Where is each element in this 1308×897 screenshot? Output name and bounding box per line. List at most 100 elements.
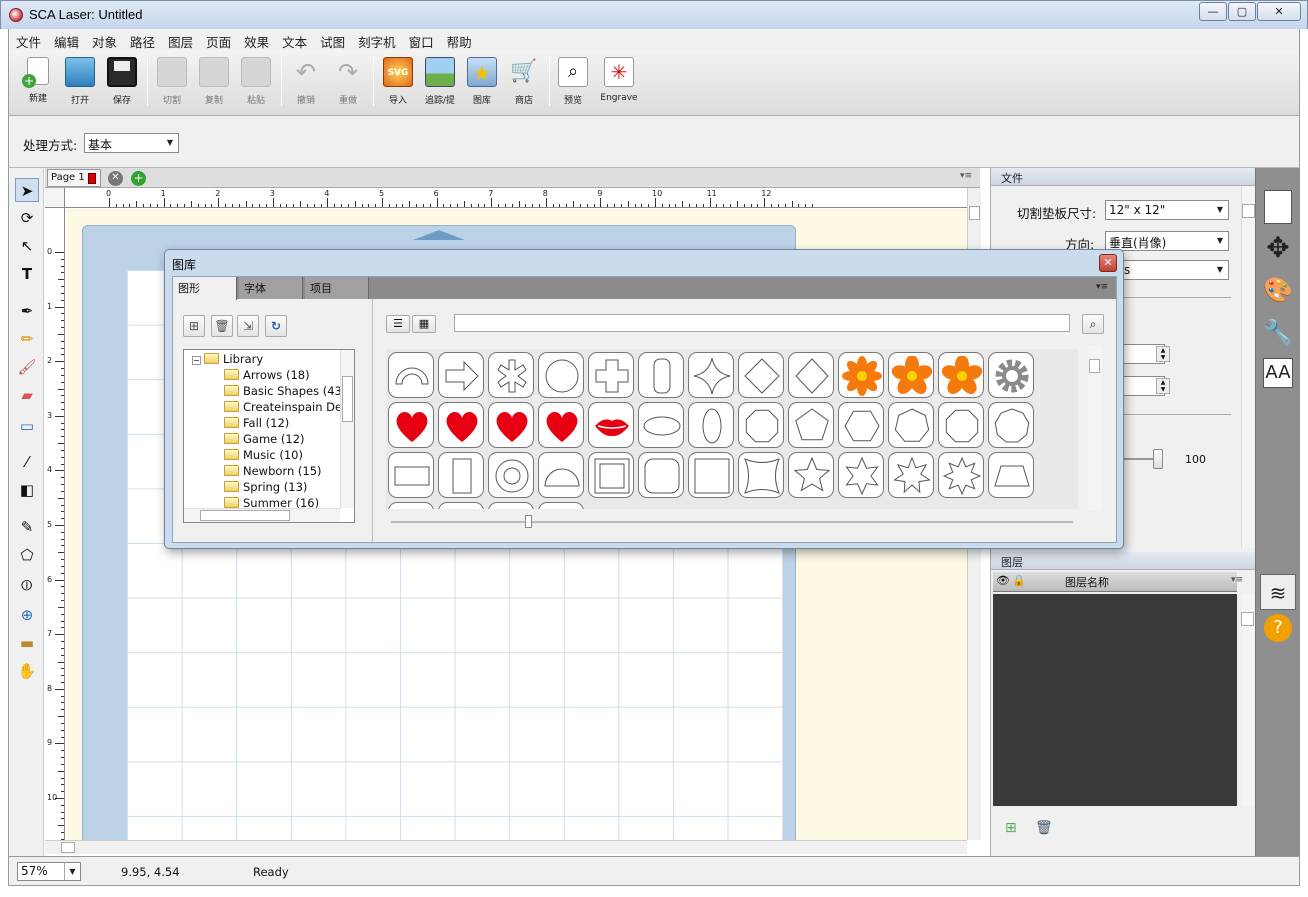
lasso-tool-icon[interactable]: ⟳: [15, 206, 39, 230]
list-view-icon[interactable]: ☰: [386, 315, 410, 333]
tree-folder-item[interactable]: Music (10): [224, 448, 303, 464]
open-button[interactable]: 打开: [61, 54, 99, 112]
undo-button[interactable]: ↶ 撤销: [287, 54, 325, 112]
move-arrows-icon[interactable]: ✥: [1260, 230, 1296, 266]
tree-horizontal-scrollbar[interactable]: [184, 508, 340, 522]
shape-star-8[interactable]: [938, 452, 984, 498]
menu-page[interactable]: 页面: [199, 29, 237, 51]
shape-circle[interactable]: [538, 352, 584, 398]
tab-fonts[interactable]: 字体: [239, 277, 303, 299]
menu-edit[interactable]: 编辑: [47, 29, 85, 51]
cut-button[interactable]: 切割: [153, 54, 191, 112]
shape-cross[interactable]: [588, 352, 634, 398]
shape-lips[interactable]: [588, 402, 634, 448]
shape-rect-wide[interactable]: [388, 452, 434, 498]
layers-stack-icon[interactable]: ≋: [1260, 574, 1296, 610]
shape-asterisk[interactable]: [488, 352, 534, 398]
close-button[interactable]: ✕: [1257, 2, 1301, 21]
layers-scrollbar[interactable]: [1241, 594, 1255, 806]
processing-mode-select[interactable]: 基本 ▼: [84, 133, 179, 153]
thumbnail-size-slider[interactable]: [391, 521, 1073, 523]
menu-file[interactable]: 文件: [9, 29, 47, 51]
menu-effects[interactable]: 效果: [237, 29, 275, 51]
gradient-tool-icon[interactable]: ◧: [15, 478, 39, 502]
save-button[interactable]: 保存: [103, 54, 141, 112]
rectangle-tool-icon[interactable]: ▭: [15, 414, 39, 438]
panel-scrollbar[interactable]: [1241, 186, 1255, 548]
visibility-eye-icon[interactable]: 👁: [996, 574, 1010, 587]
maximize-button[interactable]: ▢: [1228, 2, 1256, 21]
shape-arc[interactable]: [388, 352, 434, 398]
delete-icon[interactable]: 🗑: [211, 315, 233, 337]
engrave-button[interactable]: ✳ Engrave: [596, 54, 642, 112]
canvas-horizontal-scrollbar[interactable]: [45, 840, 967, 854]
shape-flower-orange-3[interactable]: [938, 352, 984, 398]
shape-octagon-2[interactable]: [938, 402, 984, 448]
collapse-icon[interactable]: −: [192, 356, 201, 365]
shape-flower-orange-2[interactable]: [888, 352, 934, 398]
redo-button[interactable]: ↷ 重做: [329, 54, 367, 112]
shape-half-circle[interactable]: [538, 452, 584, 498]
transform-tool-icon[interactable]: ⬠: [15, 543, 39, 567]
library-button[interactable]: ★ 图库: [463, 54, 501, 112]
shape-arrow[interactable]: [438, 352, 484, 398]
shape-cell-partial[interactable]: [538, 502, 584, 509]
document-panel-icon[interactable]: [1264, 190, 1292, 224]
contour-tool-icon[interactable]: ⦶: [15, 573, 39, 597]
shape-heart-3[interactable]: [488, 402, 534, 448]
tree-folder-item[interactable]: Spring (13): [224, 480, 307, 496]
tree-folder-item[interactable]: Arrows (18): [224, 368, 310, 384]
tree-root[interactable]: − Library: [192, 352, 263, 368]
select-tool-icon[interactable]: ➤: [15, 178, 39, 202]
search-icon[interactable]: ⌕: [1082, 314, 1104, 334]
refresh-icon[interactable]: ↻: [265, 315, 287, 337]
palette-icon[interactable]: 🎨: [1260, 272, 1296, 308]
shape-concave-square[interactable]: [738, 452, 784, 498]
trace-button[interactable]: 追踪/提: [421, 54, 459, 112]
menu-window[interactable]: 窗口: [402, 29, 440, 51]
shape-heart-1[interactable]: [388, 402, 434, 448]
wrench-icon[interactable]: 🔧: [1260, 314, 1296, 350]
measure-tool-icon[interactable]: ▬: [15, 631, 39, 655]
shape-rounded-square[interactable]: [638, 452, 684, 498]
tab-projects[interactable]: 项目: [305, 277, 369, 299]
shape-star-6[interactable]: [838, 452, 884, 498]
shape-rect-tall[interactable]: [438, 452, 484, 498]
shape-square-double[interactable]: [588, 452, 634, 498]
shape-ellipse-tall[interactable]: [688, 402, 734, 448]
layers-list[interactable]: [993, 594, 1237, 806]
minimize-button[interactable]: —: [1199, 2, 1227, 21]
thumbnail-size-thumb[interactable]: [525, 515, 532, 528]
shape-pentagon[interactable]: [788, 402, 834, 448]
library-menu-icon[interactable]: ▾≡: [1096, 282, 1108, 292]
brush-tool-icon[interactable]: 🖌: [15, 355, 39, 379]
height-stepper[interactable]: ▲ ▼: [1156, 378, 1170, 394]
text-tool-icon[interactable]: T: [15, 262, 39, 286]
scroll-thumb[interactable]: [969, 206, 980, 220]
hand-tool-icon[interactable]: ✋: [15, 659, 39, 683]
menu-cutter[interactable]: 刻字机: [351, 29, 402, 51]
shape-heart-2[interactable]: [438, 402, 484, 448]
shape-heptagon[interactable]: [888, 402, 934, 448]
copy-button[interactable]: 复制: [195, 54, 233, 112]
shape-nonagon[interactable]: [988, 402, 1034, 448]
shape-four-point-star[interactable]: [688, 352, 734, 398]
knife-tool-icon[interactable]: ✎: [15, 515, 39, 539]
eyedropper-tool-icon[interactable]: ⁄: [15, 450, 39, 474]
mat-size-select[interactable]: 12" x 12" ▼: [1105, 200, 1229, 220]
text-style-icon[interactable]: AA: [1263, 358, 1293, 388]
tab-menu-icon[interactable]: ▾≡: [960, 171, 972, 181]
shapes-scrollbar[interactable]: [1088, 345, 1102, 511]
tree-folder-item[interactable]: Createinspain Desi: [224, 400, 351, 416]
shape-diamond[interactable]: [738, 352, 784, 398]
shape-heart-4[interactable]: [538, 402, 584, 448]
node-select-tool-icon[interactable]: ↖: [15, 234, 39, 258]
shape-ring[interactable]: [488, 452, 534, 498]
shape-octagon[interactable]: [738, 402, 784, 448]
tree-folder-item[interactable]: Fall (12): [224, 416, 289, 432]
orientation-select[interactable]: 垂直(肖像) ▼: [1105, 231, 1229, 251]
width-stepper[interactable]: ▲ ▼: [1156, 346, 1170, 362]
layer-menu-icon[interactable]: ▾≡: [1231, 575, 1243, 585]
menu-layer[interactable]: 图层: [161, 29, 199, 51]
delete-layer-icon[interactable]: 🗑: [1035, 820, 1053, 836]
